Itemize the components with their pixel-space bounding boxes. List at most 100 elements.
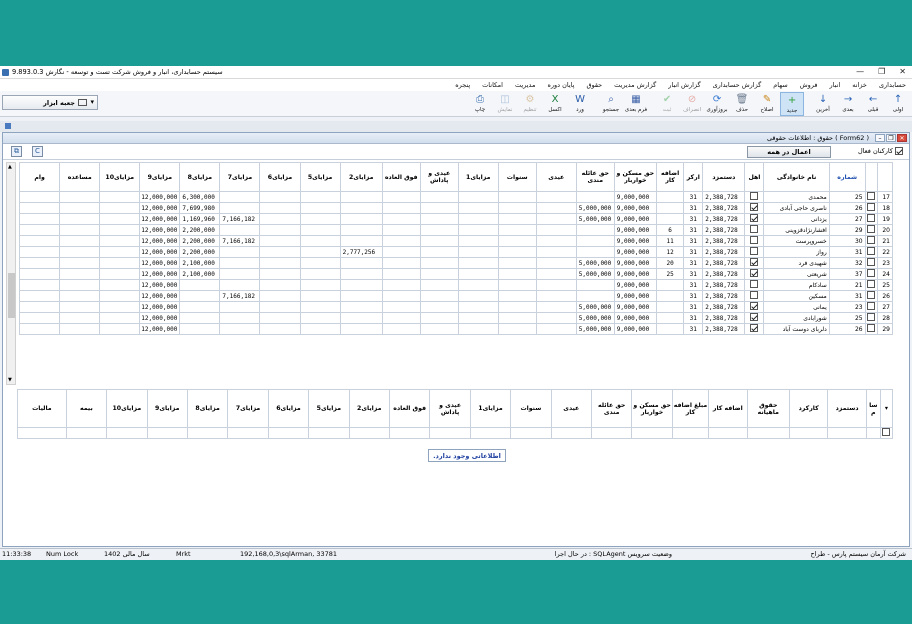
cell-value[interactable] [497, 268, 537, 280]
cell-value[interactable] [535, 202, 577, 214]
cell-value[interactable]: 7,166,182 [219, 290, 261, 302]
cell-value[interactable] [575, 246, 615, 258]
cell-value[interactable] [575, 224, 615, 236]
cell-code[interactable]: 26 [828, 202, 866, 214]
cell-value[interactable] [259, 301, 301, 313]
cell-value[interactable] [381, 235, 421, 247]
cell-value[interactable] [219, 191, 261, 203]
cell-value[interactable]: 9,000,000 [613, 323, 657, 335]
grid2-header-14[interactable]: مزایای5 [308, 389, 350, 428]
cell-value[interactable] [381, 191, 421, 203]
grid2-cell[interactable] [788, 427, 829, 439]
ahl-checkbox[interactable] [750, 247, 759, 255]
cell-code[interactable]: 21 [828, 279, 866, 291]
cell-value[interactable] [457, 235, 499, 247]
cell-value[interactable] [59, 235, 101, 247]
toolbar-button-13[interactable]: X اکسل [543, 92, 567, 116]
cell-value[interactable] [381, 312, 421, 324]
cell-value[interactable] [419, 202, 459, 214]
cell-value[interactable] [655, 323, 685, 335]
cell-value[interactable] [99, 279, 141, 291]
toolbar-button-2[interactable]: → بعدی [836, 92, 860, 116]
cell-value[interactable] [457, 301, 499, 313]
window-restore-button[interactable]: ❐ [878, 67, 885, 77]
cell-value[interactable]: 9,000,000 [613, 191, 657, 203]
grid2-header-18[interactable]: مزایای9 [146, 389, 188, 428]
cell-code[interactable]: 37 [828, 268, 866, 280]
cell-value[interactable]: 7,166,182 [219, 213, 261, 225]
grid1-header-12[interactable]: فوق العاده [381, 162, 421, 192]
cell-value[interactable] [59, 246, 101, 258]
cell-value[interactable]: 12,000,000 [139, 202, 181, 214]
row-checkbox[interactable] [867, 203, 876, 211]
table-row[interactable]: 17 25 محمدی 2,388,728 31 9,000,000 6,300,000 12… [19, 191, 893, 203]
window-minimize-button[interactable]: — [856, 67, 864, 77]
cell-value[interactable] [59, 257, 101, 269]
active-employees-toggle[interactable]: کارکنان فعال [858, 147, 903, 155]
cell-value[interactable] [179, 323, 221, 335]
cell-value[interactable]: 12,000,000 [139, 235, 181, 247]
cell-value[interactable] [259, 224, 301, 236]
cell-value[interactable] [381, 290, 421, 302]
cell-value[interactable] [497, 246, 537, 258]
cell-value[interactable] [457, 191, 499, 203]
cell-value[interactable] [219, 279, 261, 291]
cell-value[interactable]: 2,388,728 [702, 213, 746, 225]
cell-value[interactable] [259, 290, 301, 302]
table-row[interactable]: 27 23 یمانی 2,388,728 31 9,000,000 5,000,000 12… [19, 301, 893, 313]
row-checkbox[interactable] [867, 247, 876, 255]
cell-value[interactable]: 6 [655, 224, 685, 236]
cell-value[interactable]: 2,388,728 [702, 257, 746, 269]
ahl-checkbox[interactable] [750, 269, 759, 277]
toolbar-button-3[interactable]: ↓ آخرین [811, 92, 835, 116]
cell-value[interactable] [381, 213, 421, 225]
cell-name[interactable]: شورابادی [763, 312, 830, 324]
grid1-header-5[interactable]: اضافه کار [655, 162, 685, 192]
cell-value[interactable] [259, 279, 301, 291]
cell-value[interactable] [299, 213, 341, 225]
cell-value[interactable]: 11 [655, 235, 685, 247]
cell-value[interactable]: 2,388,728 [702, 323, 746, 335]
grid2-header-19[interactable]: مزایای10 [106, 389, 148, 428]
toolbar-button-5[interactable]: ✎ اصلاح [755, 92, 779, 116]
cell-value[interactable] [219, 224, 261, 236]
cell-value[interactable] [339, 213, 383, 225]
cell-value[interactable]: 2,200,000 [179, 224, 221, 236]
scroll-thumb[interactable] [8, 273, 15, 318]
cell-value[interactable]: 12,000,000 [139, 279, 181, 291]
cell-code[interactable]: 32 [828, 257, 866, 269]
table-row[interactable]: 22 31 رواز 2,388,728 31 12 9,000,000 2,777,256 2… [19, 246, 893, 258]
cell-value[interactable] [535, 312, 577, 324]
cell-value[interactable] [259, 323, 301, 335]
cell-value[interactable] [339, 290, 383, 302]
cell-ahl[interactable] [744, 312, 765, 324]
row-select-cell[interactable] [864, 191, 879, 203]
toolbar-button-11[interactable]: ⌕ جستجو [599, 92, 623, 116]
cell-value[interactable] [299, 224, 341, 236]
grid2-cell[interactable] [631, 427, 673, 439]
grid2-cell[interactable] [186, 427, 229, 439]
cell-ahl[interactable] [744, 246, 765, 258]
cell-value[interactable] [339, 191, 383, 203]
cell-value[interactable]: 7,699,980 [179, 202, 221, 214]
cell-value[interactable]: 9,000,000 [613, 235, 657, 247]
cell-value[interactable] [19, 202, 61, 214]
grid1-header-1[interactable]: نام خانوادگی [763, 162, 830, 192]
cell-value[interactable] [457, 312, 499, 324]
cell-value[interactable]: 31 [683, 268, 704, 280]
grid2-cell[interactable] [510, 427, 552, 439]
cell-value[interactable] [655, 312, 685, 324]
cell-value[interactable] [59, 213, 101, 225]
cell-value[interactable] [259, 191, 301, 203]
cell-value[interactable] [19, 301, 61, 313]
cell-value[interactable] [419, 213, 459, 225]
cell-ahl[interactable] [744, 202, 765, 214]
toolbar-button-8[interactable]: ⊘ انصراف [680, 92, 704, 116]
cell-value[interactable] [535, 213, 577, 225]
grid2-cell[interactable] [267, 427, 310, 439]
grid2-cell[interactable] [746, 427, 790, 439]
cell-value[interactable]: 7,166,182 [219, 235, 261, 247]
table-row[interactable]: 19 27 یزدانی 2,388,728 31 9,000,000 5,000,000 7… [19, 213, 893, 225]
cell-value[interactable]: 5,000,000 [575, 257, 615, 269]
cell-value[interactable] [497, 290, 537, 302]
